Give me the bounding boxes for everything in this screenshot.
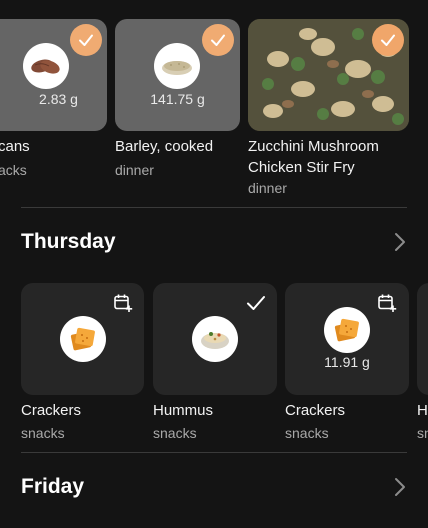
meal-label: dinner <box>115 162 154 178</box>
food-name-line-1: Zucchini Mushroom <box>248 138 379 155</box>
chevron-right-icon[interactable] <box>394 232 406 252</box>
section-divider <box>21 207 407 208</box>
calendar-add-icon[interactable] <box>377 293 397 313</box>
food-card-partial[interactable] <box>417 283 428 395</box>
check-badge-icon[interactable] <box>70 24 102 56</box>
pecans-icon <box>23 43 69 89</box>
meal-label: snacks <box>285 425 329 441</box>
section-title-thursday[interactable]: Thursday <box>21 230 116 254</box>
food-name: Crackers <box>285 402 346 419</box>
hummus-icon <box>192 316 238 362</box>
barley-icon <box>154 43 200 89</box>
meal-label: acks <box>0 162 27 178</box>
meal-label: sn <box>417 425 428 441</box>
meal-label: dinner <box>248 180 287 196</box>
crackers-icon <box>60 316 106 362</box>
food-name: cans <box>0 138 30 155</box>
check-badge-icon[interactable] <box>202 24 234 56</box>
check-icon[interactable] <box>246 295 266 311</box>
food-card-barley[interactable]: 141.75 g <box>115 19 240 131</box>
food-card-crackers[interactable] <box>21 283 144 395</box>
meal-label: snacks <box>21 425 65 441</box>
chevron-right-icon[interactable] <box>394 477 406 497</box>
section-title-friday[interactable]: Friday <box>21 475 84 499</box>
food-card-pecans[interactable]: 2.83 g <box>0 19 107 131</box>
calendar-add-icon[interactable] <box>113 293 133 313</box>
food-name-line-2: Chicken Stir Fry <box>248 159 355 176</box>
food-name: Barley, cooked <box>115 138 214 155</box>
meal-label: snacks <box>153 425 197 441</box>
food-card-stir-fry[interactable] <box>248 19 409 131</box>
amount-label: 141.75 g <box>150 91 205 107</box>
food-name: Crackers <box>21 402 82 419</box>
amount-label: 2.83 g <box>39 91 78 107</box>
food-name: Hummus <box>153 402 214 419</box>
check-badge-icon[interactable] <box>372 24 404 56</box>
food-name: Zucchini Mushroom Chicken Stir Fry <box>248 136 379 178</box>
amount-label: 11.91 g <box>324 354 370 370</box>
food-card-hummus[interactable] <box>153 283 277 395</box>
food-card-crackers[interactable]: 11.91 g <box>285 283 409 395</box>
crackers-icon <box>324 307 370 353</box>
food-name: H <box>417 402 428 419</box>
section-divider <box>21 452 407 453</box>
